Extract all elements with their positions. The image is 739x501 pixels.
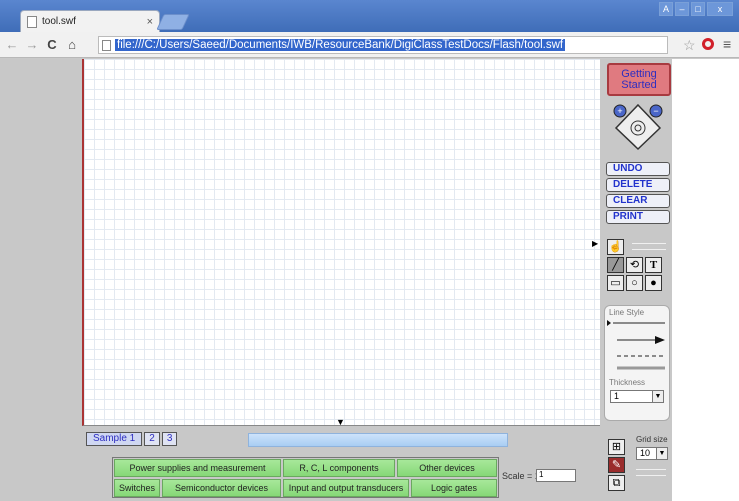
flash-app: ▶ ▼ Getting Started + − UNDO DELETE CLEA… [0, 59, 739, 501]
svg-text:+: + [617, 106, 622, 116]
component-categories: Power supplies and measurement R, C, L c… [112, 457, 499, 498]
tab-sample-2[interactable]: 2 [144, 432, 160, 446]
category-logic-gates[interactable]: Logic gates [411, 479, 497, 497]
grid-size-value: 10 [640, 448, 651, 458]
thickness-select[interactable]: 1 ▼ [610, 390, 664, 403]
new-tab-button[interactable] [156, 14, 190, 30]
undo-button[interactable]: UNDO [606, 162, 670, 176]
home-icon[interactable]: ⌂ [64, 37, 80, 52]
back-icon[interactable]: ← [4, 37, 20, 52]
line-style-options[interactable] [607, 318, 669, 372]
divider [636, 475, 666, 476]
forward-icon[interactable]: → [24, 37, 40, 52]
maximize-button[interactable]: □ [691, 2, 705, 16]
grid-size-select[interactable]: 10 ▼ [636, 447, 668, 460]
divider [632, 243, 666, 244]
category-input-output-transducers[interactable]: Input and output transducers [283, 479, 409, 497]
scale-input[interactable]: 1 [536, 469, 576, 482]
clear-button[interactable]: CLEAR [606, 194, 670, 208]
thickness-value: 1 [614, 391, 620, 401]
tab-title: tool.swf [42, 16, 76, 27]
reload-icon[interactable]: C [44, 37, 60, 52]
divider [632, 249, 666, 250]
grid-size-label: Grid size [636, 435, 668, 444]
grid-toggle-icon[interactable]: ⊞ [608, 439, 625, 455]
user-button[interactable]: A [659, 2, 673, 16]
category-other-devices[interactable]: Other devices [397, 459, 497, 477]
tab-sample-3[interactable]: 3 [161, 432, 178, 446]
line-style-label: Line Style [609, 308, 645, 317]
text-tool-icon[interactable]: T [645, 257, 662, 273]
url-text: file:///C:/Users/Saeed/Documents/IWB/Res… [115, 39, 566, 51]
chevron-down-icon: ▼ [652, 391, 663, 402]
hand-tool-icon[interactable]: ☝ [607, 239, 624, 255]
expand-right-icon[interactable]: ▶ [592, 239, 598, 248]
thickness-label: Thickness [609, 378, 646, 387]
expand-down-icon[interactable]: ▼ [336, 417, 345, 427]
snap-icon[interactable]: ✎ [608, 457, 625, 473]
status-bar [248, 433, 508, 447]
bookmark-star-icon[interactable]: ☆ [683, 37, 696, 54]
opera-icon[interactable] [702, 38, 714, 50]
svg-text:−: − [653, 106, 658, 116]
tab-close-button[interactable]: × [147, 16, 153, 28]
right-blank-area [672, 59, 739, 501]
browser-tab[interactable]: tool.swf × [20, 10, 160, 32]
line-tool-icon[interactable]: ╱ [607, 257, 624, 273]
tab-sample-1[interactable]: Sample 1 [86, 432, 143, 446]
divider [636, 469, 666, 470]
category-switches[interactable]: Switches [114, 479, 160, 497]
pan-zoom-control[interactable]: + − [608, 101, 668, 151]
menu-icon[interactable]: ≡ [723, 36, 731, 52]
category-semiconductor-devices[interactable]: Semiconductor devices [162, 479, 281, 497]
circle-tool-icon[interactable]: ○ [626, 275, 643, 291]
bottom-panel: Sample 1 2 3 Power supplies and measurem… [82, 429, 600, 501]
close-window-button[interactable]: x [707, 2, 733, 16]
address-toolbar: ← → C ⌂ file:///C:/Users/Saeed/Documents… [0, 32, 739, 58]
browser-titlebar: tool.swf × A – □ x [0, 0, 739, 32]
drawing-canvas[interactable] [82, 59, 600, 426]
dot-tool-icon[interactable]: ● [645, 275, 662, 291]
sample-tabs: Sample 1 2 3 [86, 432, 179, 446]
left-margin [0, 59, 82, 501]
line-style-panel: Line Style Thickness 1 ▼ [604, 305, 670, 421]
category-rcl-components[interactable]: R, C, L components [283, 459, 395, 477]
select-tool-icon[interactable]: ⟲ [626, 257, 643, 273]
window-controls: A – □ x [659, 2, 733, 16]
page-icon [27, 15, 37, 28]
minimize-button[interactable]: – [675, 2, 689, 16]
url-field[interactable]: file:///C:/Users/Saeed/Documents/IWB/Res… [98, 36, 668, 54]
print-button[interactable]: PRINT [606, 210, 670, 224]
delete-button[interactable]: DELETE [606, 178, 670, 192]
category-power-supplies[interactable]: Power supplies and measurement [114, 459, 281, 477]
chevron-down-icon: ▼ [656, 448, 667, 459]
rectangle-tool-icon[interactable]: ▭ [607, 275, 624, 291]
page-icon [102, 39, 111, 51]
layer-icon[interactable]: ⧉ [608, 475, 625, 491]
getting-started-button[interactable]: Getting Started [607, 63, 671, 96]
